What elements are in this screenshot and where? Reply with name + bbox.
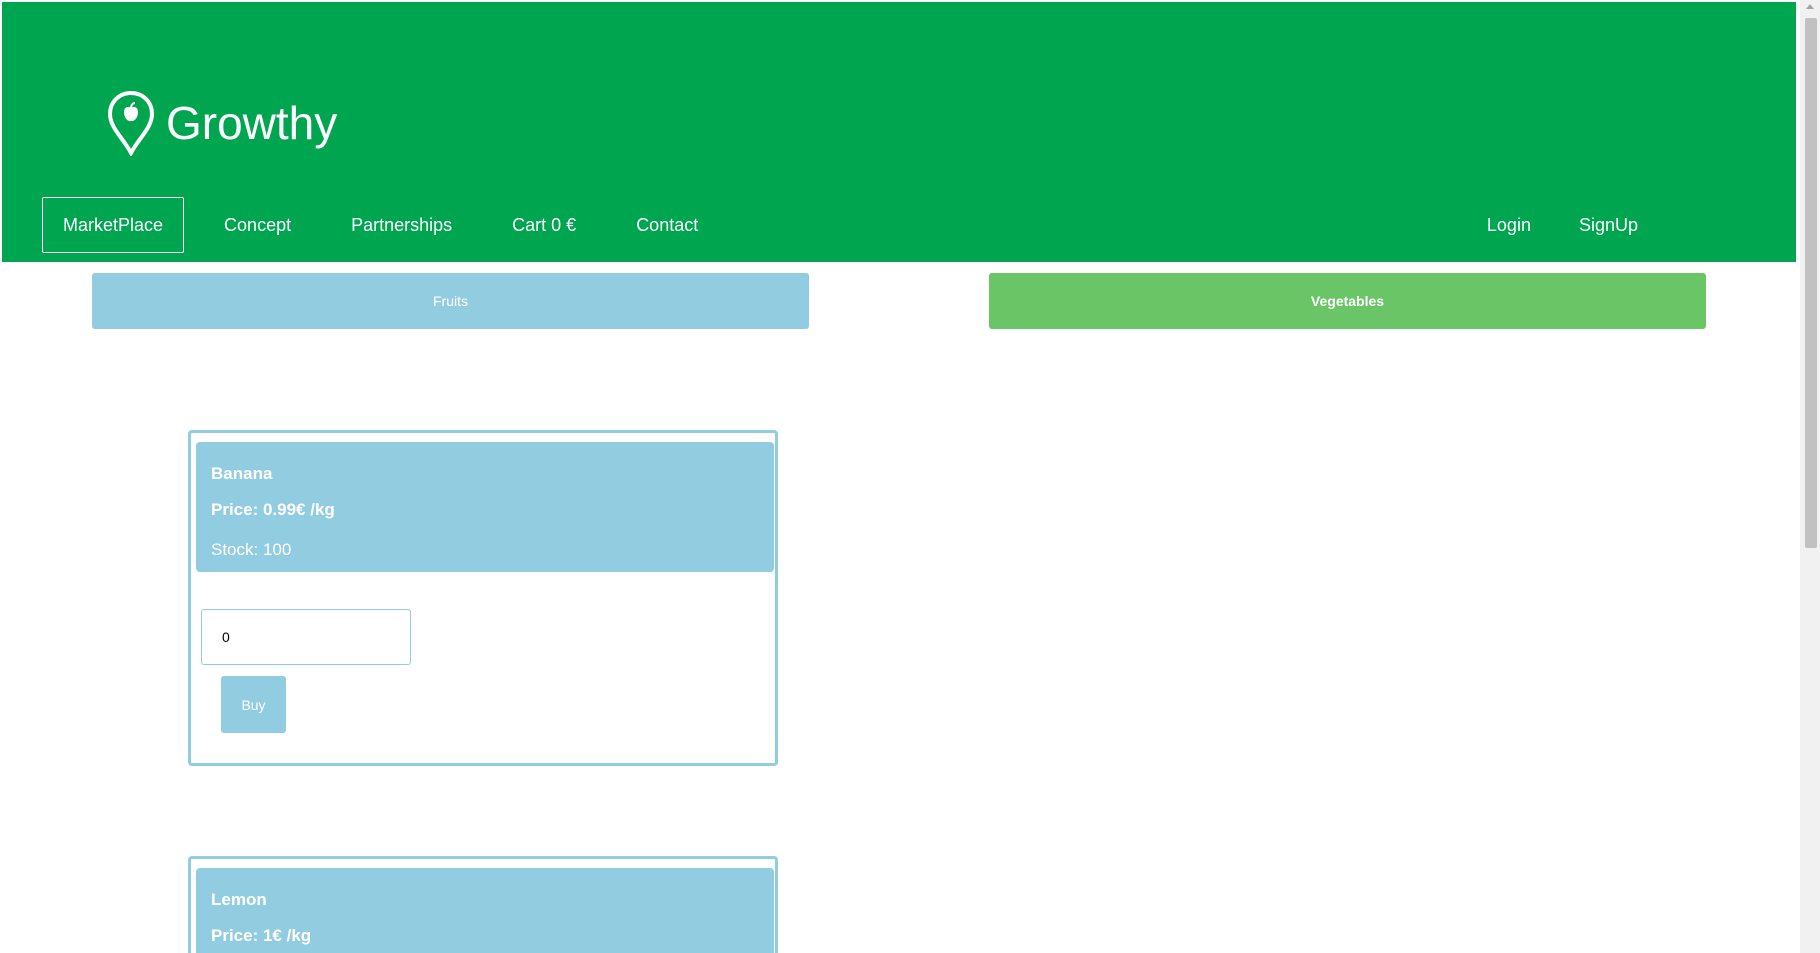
nav-marketplace[interactable]: MarketPlace [42, 197, 185, 253]
tab-vegetables[interactable]: Vegetables [989, 273, 1706, 329]
nav-login[interactable]: Login [1467, 197, 1551, 253]
brand-name: Growthy [166, 97, 338, 149]
product-price: Price: 0.99€ /kg [211, 500, 335, 519]
tab-fruits[interactable]: Fruits [92, 273, 809, 329]
product-name: Lemon [211, 890, 267, 909]
buy-button[interactable]: Buy [221, 676, 286, 733]
product-card: Lemon Price: 1€ /kg [188, 856, 778, 953]
scroll-up-icon[interactable] [1806, 4, 1814, 9]
nav-signup[interactable]: SignUp [1559, 197, 1658, 253]
product-info: Banana Price: 0.99€ /kg Stock: 100 [196, 442, 774, 572]
map-pin-apple-icon [107, 90, 155, 156]
product-card: Banana Price: 0.99€ /kg Stock: 100 Buy [188, 430, 778, 766]
nav-concept[interactable]: Concept [204, 197, 311, 253]
product-stock: Stock: 100 [211, 540, 292, 559]
vertical-scrollbar[interactable] [1800, 0, 1820, 953]
site-header: Growthy MarketPlace Concept Partnerships… [2, 2, 1796, 262]
nav-cart[interactable]: Cart 0 € [492, 197, 596, 253]
page: Growthy MarketPlace Concept Partnerships… [0, 0, 1820, 953]
nav-contact[interactable]: Contact [616, 197, 718, 253]
account-nav: Login SignUp [1467, 196, 1666, 254]
nav-partnerships[interactable]: Partnerships [331, 197, 472, 253]
main-nav: MarketPlace Concept Partnerships Cart 0 … [42, 196, 738, 254]
product-price: Price: 1€ /kg [211, 926, 312, 945]
product-name: Banana [211, 464, 273, 483]
scrollbar-thumb[interactable] [1805, 18, 1817, 548]
product-info: Lemon Price: 1€ /kg [196, 868, 774, 953]
brand-logo[interactable]: Growthy [106, 90, 337, 156]
quantity-input[interactable] [201, 609, 411, 665]
